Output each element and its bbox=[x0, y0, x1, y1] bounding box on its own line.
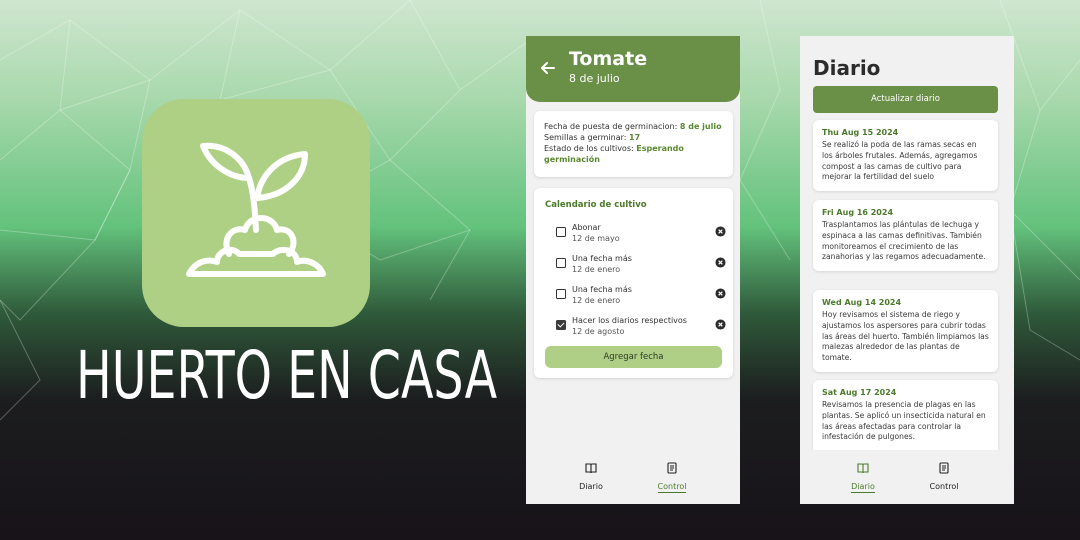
crop-info-card: Fecha de puesta de germinacion: 8 de jul… bbox=[534, 111, 733, 177]
bottom-nav: Diario Control bbox=[526, 450, 740, 504]
diary-entry[interactable]: Wed Aug 14 2024 Hoy revisamos el sistema… bbox=[813, 290, 998, 372]
book-icon bbox=[857, 463, 869, 474]
calendar-item: Una fecha más 12 de enero bbox=[556, 285, 726, 311]
germination-row: Fecha de puesta de germinacion: 8 de jul… bbox=[544, 121, 723, 132]
add-date-button[interactable]: Agregar fecha bbox=[545, 346, 722, 368]
entry-text: Revisamos la presencia de plagas en las … bbox=[822, 400, 986, 442]
nav-item-diario[interactable]: Diario bbox=[833, 462, 893, 493]
calendar-item: Una fecha más 12 de enero bbox=[556, 254, 726, 280]
task-name: Abonar bbox=[572, 223, 601, 232]
task-checkbox[interactable] bbox=[556, 289, 566, 299]
arrow-left-icon[interactable] bbox=[540, 60, 556, 76]
remove-icon[interactable] bbox=[715, 257, 726, 268]
germination-label: Fecha de puesta de germinacion: bbox=[544, 122, 678, 131]
crop-title: Tomate bbox=[569, 48, 648, 70]
task-date: 12 de mayo bbox=[572, 234, 620, 243]
remove-icon[interactable] bbox=[715, 226, 726, 237]
seeds-row: Semillas a germinar: 17 bbox=[544, 132, 723, 143]
nav-item-diario[interactable]: Diario bbox=[561, 462, 621, 493]
nav-label-diario: Diario bbox=[851, 482, 875, 493]
crop-header: Tomate 8 de julio bbox=[526, 36, 740, 102]
task-date: 12 de agosto bbox=[572, 327, 625, 336]
nav-label-control: Control bbox=[657, 482, 687, 493]
entry-text: Hoy revisamos el sistema de riego y ajus… bbox=[822, 310, 989, 363]
page-title: Diario bbox=[813, 56, 881, 80]
diary-entry[interactable]: Sat Aug 17 2024 Revisamos la presencia d… bbox=[813, 380, 998, 456]
calendar-item: Abonar 12 de mayo bbox=[556, 223, 726, 249]
remove-icon[interactable] bbox=[715, 288, 726, 299]
nav-item-control[interactable]: Control bbox=[642, 462, 702, 493]
seeds-label: Semillas a germinar: bbox=[544, 133, 627, 142]
clipboard-icon bbox=[667, 462, 677, 474]
task-name: Una fecha más bbox=[572, 254, 632, 263]
task-checkbox[interactable] bbox=[556, 227, 566, 237]
nav-label-control: Control bbox=[929, 482, 959, 491]
task-name: Hacer los diarios respectivos bbox=[572, 316, 687, 325]
book-icon bbox=[585, 463, 597, 474]
entry-text: Se realizó la poda de las ramas secas en… bbox=[822, 140, 978, 182]
calendar-card: Calendario de cultivo Abonar 12 de mayo … bbox=[534, 188, 733, 378]
diary-entry[interactable]: Fri Aug 16 2024 Trasplantamos las plántu… bbox=[813, 200, 998, 272]
crop-date: 8 de julio bbox=[569, 72, 620, 85]
update-diary-button[interactable]: Actualizar diario bbox=[813, 86, 998, 113]
diary-entry[interactable]: Thu Aug 15 2024 Se realizó la poda de la… bbox=[813, 120, 998, 192]
brand-title: HUERTO EN CASA bbox=[76, 337, 498, 414]
germination-value: 8 de julio bbox=[679, 122, 722, 131]
entry-date: Thu Aug 15 2024 bbox=[822, 128, 899, 137]
clipboard-icon bbox=[939, 462, 949, 474]
nav-label-diario: Diario bbox=[579, 482, 603, 491]
calendar-title: Calendario de cultivo bbox=[545, 200, 647, 210]
entry-text: Trasplantamos las plántulas de lechuga y… bbox=[822, 220, 986, 262]
nav-item-control[interactable]: Control bbox=[914, 462, 974, 493]
state-row: Estado de los cultivos: Esperando germin… bbox=[544, 143, 723, 165]
task-checkbox-checked[interactable] bbox=[556, 320, 566, 330]
bottom-nav: Diario Control bbox=[800, 450, 1014, 504]
entry-date: Fri Aug 16 2024 bbox=[822, 208, 894, 217]
task-date: 12 de enero bbox=[572, 296, 621, 305]
seeds-value: 17 bbox=[629, 133, 641, 142]
task-name: Una fecha más bbox=[572, 285, 632, 294]
task-checkbox[interactable] bbox=[556, 258, 566, 268]
app-icon bbox=[142, 99, 370, 327]
task-date: 12 de enero bbox=[572, 265, 621, 274]
state-label: Estado de los cultivos: bbox=[544, 144, 634, 153]
diario-screen: Diario Actualizar diario Thu Aug 15 2024… bbox=[800, 36, 1014, 504]
remove-icon[interactable] bbox=[715, 319, 726, 330]
entry-date: Sat Aug 17 2024 bbox=[822, 388, 897, 397]
control-screen: Tomate 8 de julio Fecha de puesta de ger… bbox=[526, 36, 740, 504]
calendar-item: Hacer los diarios respectivos 12 de agos… bbox=[556, 316, 726, 342]
entry-date: Wed Aug 14 2024 bbox=[822, 298, 902, 307]
sprout-icon bbox=[186, 142, 326, 277]
